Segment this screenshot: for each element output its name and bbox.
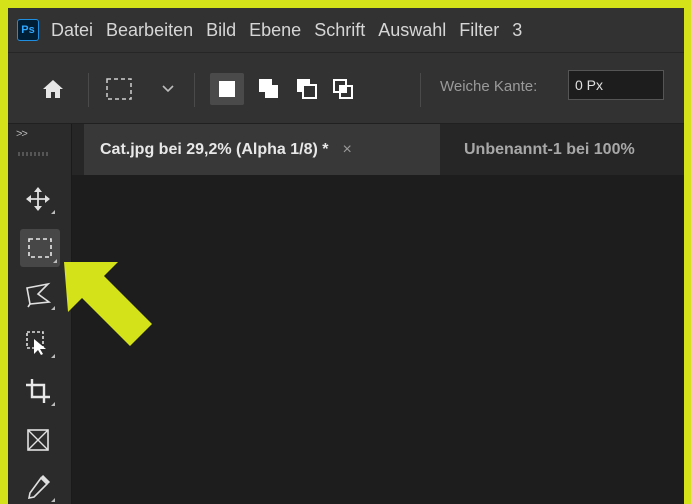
highlight-arrow-icon (64, 262, 152, 346)
